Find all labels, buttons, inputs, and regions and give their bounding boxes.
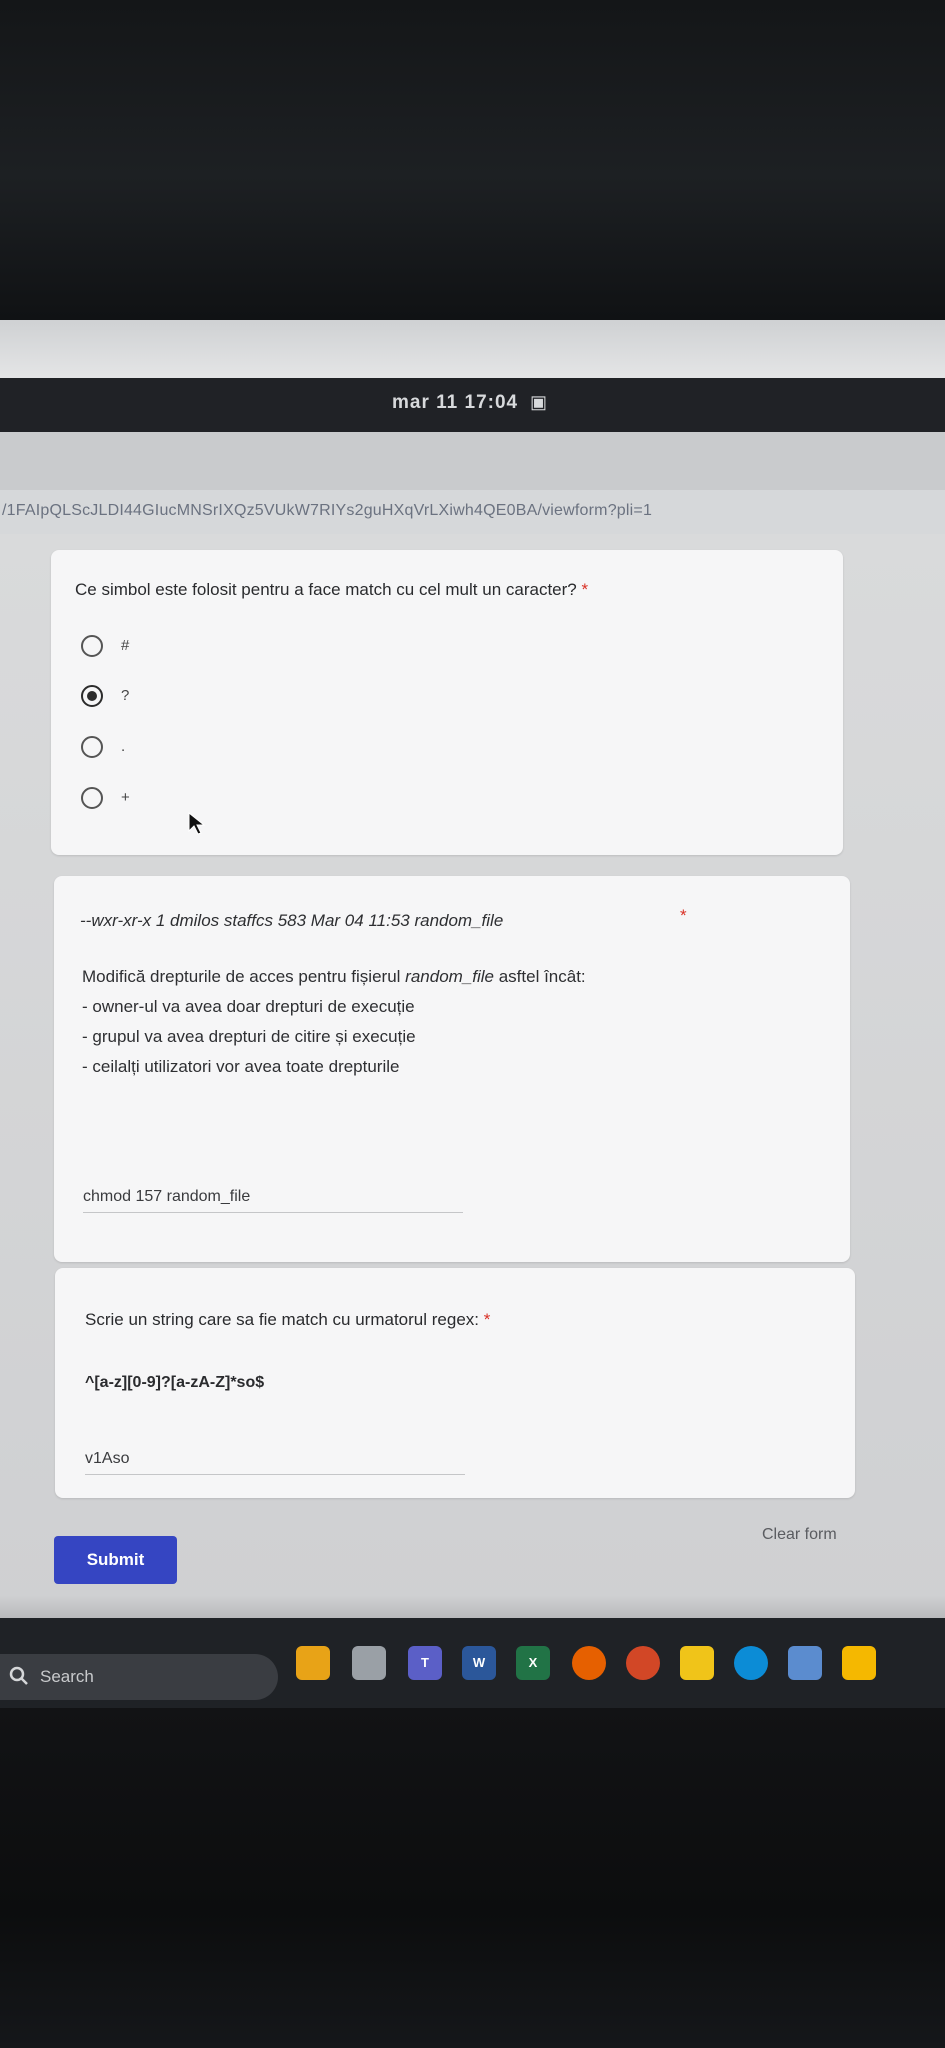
requirement-line-1: - owner-ul va avea doar drepturi de exec… [82,997,415,1016]
page-bottom-edge [0,1596,945,1618]
radio-button[interactable] [81,736,103,758]
address-bar[interactable]: /1FAIpQLScJLDI44GIucMNSrIXQz5VUkW7RIYs2g… [0,490,945,535]
virtualbox-icon[interactable] [788,1646,822,1680]
required-marker: * [581,580,589,599]
option-plus[interactable]: + [81,787,281,813]
taskbar-search-label: Search [40,1667,94,1686]
requirement-line-3: - ceilalți utilizatori vor avea toate dr… [82,1057,400,1076]
sticky-app-icon[interactable] [842,1646,876,1680]
option-label: . [121,738,126,755]
browser-toolbar [0,432,945,490]
required-marker: * [483,1310,491,1329]
radio-button[interactable] [81,635,103,657]
question-3-title: Scrie un string care sa fie match cu urm… [85,1310,491,1329]
status-clock: mar 11 17:04 [392,392,519,413]
address-bar-url: /1FAIpQLScJLDI44GIucMNSrIXQz5VUkW7RIYs2g… [2,502,653,519]
required-marker: * [680,906,687,925]
option-label: # [121,637,130,654]
option-dot[interactable]: . [81,736,281,762]
edge-icon[interactable] [734,1646,768,1680]
file-explorer-icon[interactable] [680,1646,714,1680]
submit-button[interactable]: Submit [54,1536,177,1584]
regex-pattern: ^[a-z][0-9]?[a-zA-Z]*so$ [85,1374,265,1391]
option-label: ? [121,687,130,704]
file-explorer-gray-icon[interactable] [352,1646,386,1680]
taskbar-search-box[interactable]: Search [0,1654,278,1700]
system-status-bar: mar 11 17:04 ▣ [0,378,945,432]
option-hash[interactable]: # [81,635,281,661]
screen-bezel [0,320,945,378]
clear-form-link[interactable]: Clear form [762,1526,837,1544]
windows-taskbar: Search T W X [0,1618,945,1708]
teams-icon[interactable]: T [408,1646,442,1680]
notification-icon: ▣ [530,392,548,412]
search-icon [9,1666,28,1685]
powerpoint-icon[interactable] [626,1646,660,1680]
colorful-app-icon[interactable] [296,1646,330,1680]
question-2-instruction: Modifică drepturile de acces pentru fiși… [82,967,586,986]
option-label: + [121,789,130,806]
question-card-3: Scrie un string care sa fie match cu urm… [55,1268,855,1498]
mouse-cursor-icon [188,812,206,835]
background-dark-top [0,0,945,320]
question-1-title: Ce simbol este folosit pentru a face mat… [75,580,589,599]
firefox-icon[interactable] [572,1646,606,1680]
radio-button[interactable] [81,787,103,809]
answer-input-3[interactable]: v1Aso [85,1450,465,1475]
word-icon[interactable]: W [462,1646,496,1680]
question-card-2: --wxr-xr-x 1 dmilos staffcs 583 Mar 04 1… [54,876,850,1262]
background-dark-bottom [0,1708,945,2048]
requirement-line-2: - grupul va avea drepturi de citire și e… [82,1027,416,1046]
radio-button-selected[interactable] [81,685,103,707]
answer-input-2[interactable]: chmod 157 random_file [83,1188,463,1213]
question-card-1: Ce simbol este folosit pentru a face mat… [51,550,843,855]
option-question-mark[interactable]: ? [81,685,281,711]
file-listing: --wxr-xr-x 1 dmilos staffcs 583 Mar 04 1… [80,911,504,930]
excel-icon[interactable]: X [516,1646,550,1680]
